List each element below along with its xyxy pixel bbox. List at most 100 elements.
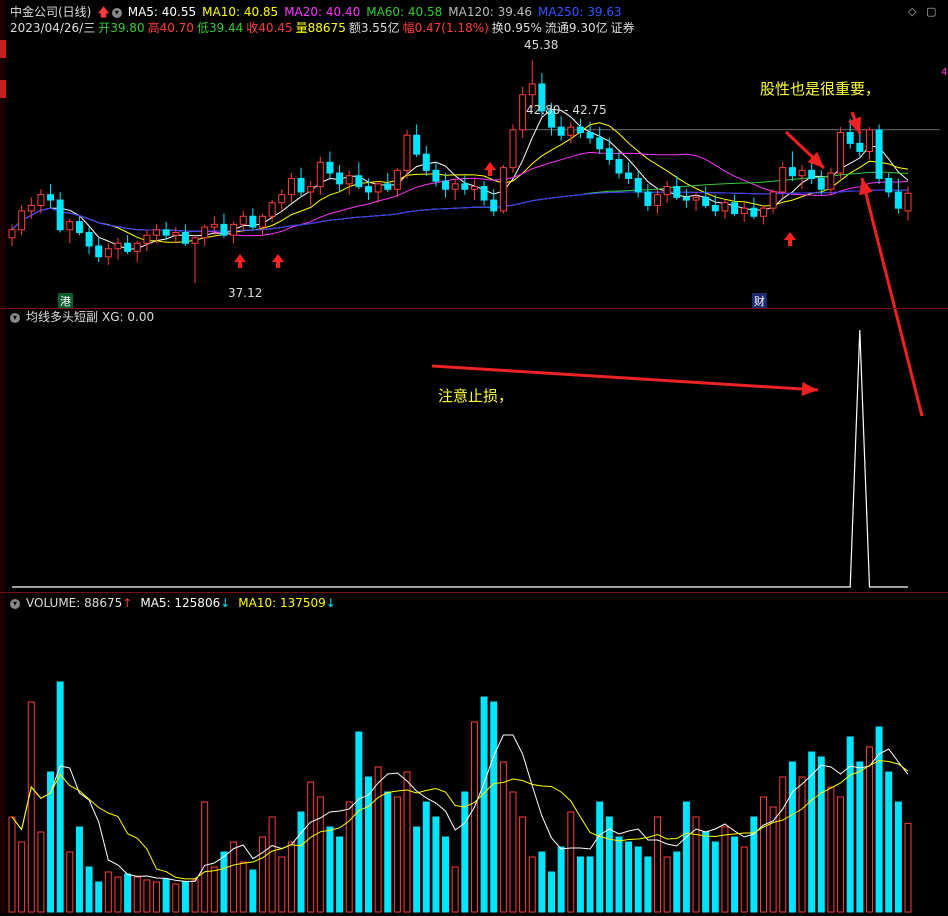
candle-body bbox=[827, 172, 835, 190]
candle-body bbox=[759, 207, 767, 217]
candle-body bbox=[278, 194, 286, 204]
volume-bar bbox=[827, 786, 835, 913]
candle-body bbox=[788, 167, 796, 177]
window-icon[interactable]: ▢ bbox=[926, 5, 936, 18]
sector-value: 证券 bbox=[610, 21, 635, 35]
low-price-label: 37.12 bbox=[228, 286, 268, 300]
annotation-stock-character: 股性也是很重要， bbox=[760, 78, 880, 99]
candle-body bbox=[894, 191, 902, 209]
volume-label: VOLUME: 88675 bbox=[26, 596, 123, 610]
volume-bar bbox=[865, 746, 873, 913]
candle-body bbox=[596, 137, 604, 150]
volume-bar bbox=[124, 873, 132, 913]
low-mark-text: 37.12 bbox=[228, 286, 263, 300]
volume-bar bbox=[470, 721, 478, 913]
candle-body bbox=[297, 177, 305, 193]
candle-body bbox=[692, 196, 700, 201]
volume-bar bbox=[210, 866, 218, 913]
volume-bar bbox=[615, 836, 623, 913]
volume-bar bbox=[596, 801, 604, 913]
down-arrow-icon: ↓ bbox=[325, 596, 336, 610]
volume-bar bbox=[663, 856, 671, 913]
arrow-stop-loss-head bbox=[801, 382, 818, 396]
candle-body bbox=[66, 221, 74, 231]
diamond-icon[interactable]: ◇ bbox=[908, 5, 916, 18]
volume-bar bbox=[499, 761, 507, 913]
candle-body bbox=[711, 204, 719, 212]
candle-body bbox=[904, 192, 912, 212]
volume-bar bbox=[249, 869, 257, 913]
sidebar-tab[interactable] bbox=[0, 40, 6, 58]
sidebar-tab[interactable] bbox=[0, 80, 6, 98]
volume-bar bbox=[509, 791, 517, 913]
buy-arrow-icon bbox=[484, 162, 496, 176]
volume-bar bbox=[220, 851, 228, 913]
right-edge-text: 4 bbox=[941, 67, 948, 78]
candle-body bbox=[268, 202, 276, 217]
candle-body bbox=[634, 177, 642, 193]
candle-body bbox=[95, 245, 103, 258]
candle-body bbox=[731, 202, 739, 215]
candle-body bbox=[259, 215, 266, 228]
volume-value: 量88675 bbox=[295, 21, 346, 35]
volume-bar bbox=[56, 681, 64, 913]
chart-stage bbox=[0, 0, 948, 913]
ma120-value: MA120: 39.46 bbox=[448, 5, 532, 19]
volume-bar bbox=[721, 826, 729, 913]
left-sidebar[interactable] bbox=[0, 0, 6, 913]
volume-bar bbox=[451, 866, 459, 913]
candle-body bbox=[210, 223, 218, 228]
volume-bar bbox=[740, 846, 748, 913]
candle-body bbox=[85, 231, 93, 247]
volume-bar bbox=[403, 771, 411, 913]
volume-bar bbox=[259, 836, 266, 913]
candle-body bbox=[162, 229, 170, 236]
candle-body bbox=[798, 169, 806, 177]
high-price-label: 45.38 bbox=[524, 38, 564, 52]
candle-body bbox=[586, 132, 594, 139]
volume-bar bbox=[576, 856, 584, 913]
volume-bar bbox=[759, 796, 767, 913]
volume-bar bbox=[442, 836, 450, 913]
candle-body bbox=[769, 191, 777, 209]
hk-badge[interactable]: 港 bbox=[58, 293, 73, 309]
volume-bar bbox=[230, 841, 238, 913]
turnover-value: 换0.95% bbox=[491, 21, 542, 35]
volume-bar bbox=[143, 879, 151, 913]
collapse-icon[interactable]: ▾ bbox=[10, 312, 20, 323]
volume-bar bbox=[85, 866, 93, 913]
volume-bar bbox=[673, 851, 681, 913]
up-arrow-icon: ↑ bbox=[122, 596, 133, 610]
volume-bar bbox=[384, 791, 392, 913]
ma20-value: MA20: 40.40 bbox=[284, 5, 361, 19]
candle-body bbox=[403, 134, 411, 171]
volume-bar bbox=[422, 801, 430, 913]
volume-bar bbox=[586, 856, 594, 913]
candle-body bbox=[837, 132, 845, 174]
candle-body bbox=[461, 183, 469, 190]
candle-body bbox=[875, 129, 883, 179]
finance-badge[interactable]: 财 bbox=[752, 293, 767, 309]
collapse-icon[interactable]: ▾ bbox=[10, 598, 20, 609]
volume-bar bbox=[95, 881, 103, 913]
candle-body bbox=[808, 169, 816, 179]
candle-body bbox=[490, 199, 498, 212]
volume-bar bbox=[66, 851, 74, 913]
volume-bar bbox=[711, 841, 719, 913]
candle-body bbox=[682, 196, 690, 201]
candle-body bbox=[124, 242, 132, 252]
candle-body bbox=[345, 175, 353, 185]
volume-bar bbox=[519, 816, 527, 913]
volume-bar bbox=[779, 776, 787, 913]
ma250-value: MA250: 39.63 bbox=[537, 5, 622, 19]
candle-body bbox=[143, 234, 151, 244]
candle-body bbox=[18, 210, 26, 231]
candle-body bbox=[133, 242, 141, 252]
collapse-icon[interactable]: ▾ bbox=[111, 7, 122, 18]
volume-bar bbox=[654, 816, 661, 913]
candle-body bbox=[336, 172, 344, 185]
volume-bar bbox=[133, 876, 141, 913]
down-arrow-icon: ↓ bbox=[220, 596, 231, 610]
volume-bar bbox=[837, 796, 845, 913]
volume-bar bbox=[817, 756, 825, 913]
